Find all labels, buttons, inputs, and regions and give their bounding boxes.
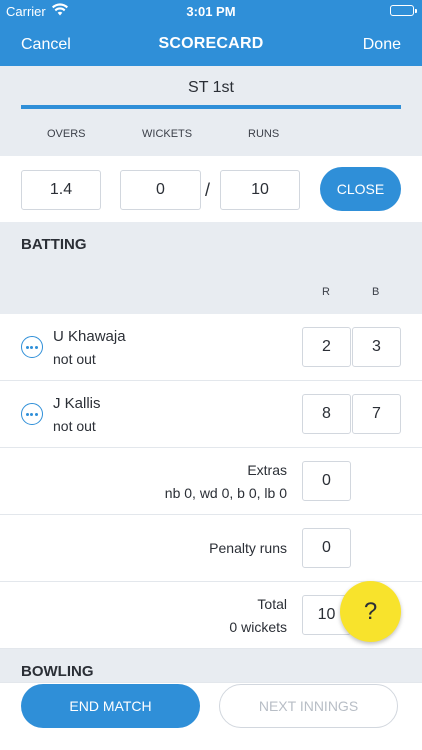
battery-icon [390, 5, 417, 16]
innings-tab[interactable]: ST 1st [0, 66, 422, 110]
batting-column-header: R B [0, 268, 422, 314]
bowling-header-label: BOWLING [21, 663, 94, 680]
penalty-runs-field[interactable]: 0 [302, 528, 351, 568]
total-wickets: 0 wickets [229, 619, 287, 635]
batter-status: not out [53, 418, 96, 434]
batter-runs-field[interactable]: 2 [302, 327, 351, 367]
batter-runs-field[interactable]: 8 [302, 394, 351, 434]
batter-balls-field[interactable]: 7 [352, 394, 401, 434]
clock: 3:01 PM [186, 4, 236, 19]
close-innings-button[interactable]: CLOSE [320, 167, 401, 211]
wickets-header: WICKETS [142, 128, 193, 140]
page-title: SCORECARD [158, 35, 264, 52]
overs-header: OVERS [47, 128, 86, 140]
status-bar: Carrier 3:01 PM [0, 0, 422, 22]
batter-balls-field[interactable]: 3 [352, 327, 401, 367]
runs-field[interactable]: 10 [220, 170, 300, 210]
score-summary-row: 1.4 0 / 10 CLOSE [0, 156, 422, 222]
batter-name: J Kallis [53, 395, 101, 412]
runs-column-header: R [322, 286, 330, 298]
end-match-button[interactable]: END MATCH [21, 684, 200, 728]
bottom-action-bar: END MATCH NEXT INNINGS [0, 682, 422, 750]
batting-header-label: BATTING [21, 236, 87, 253]
next-innings-button[interactable]: NEXT INNINGS [219, 684, 398, 728]
penalty-runs-row: Penalty runs 0 [0, 515, 422, 582]
tab-active-indicator [21, 105, 401, 109]
help-button[interactable]: ? [340, 581, 401, 642]
overs-field[interactable]: 1.4 [21, 170, 101, 210]
score-column-header: OVERS WICKETS RUNS [0, 112, 422, 156]
score-separator: / [205, 180, 211, 200]
more-options-icon[interactable] [21, 403, 43, 425]
navigation-bar: Cancel SCORECARD Done [0, 22, 422, 66]
extras-label: Extras [247, 462, 287, 478]
extras-row: Extras nb 0, wd 0, b 0, lb 0 0 [0, 448, 422, 515]
batter-status: not out [53, 351, 96, 367]
penalty-runs-label: Penalty runs [209, 540, 287, 556]
balls-column-header: B [372, 286, 380, 298]
extras-field[interactable]: 0 [302, 461, 351, 501]
batter-name: U Khawaja [53, 328, 126, 345]
runs-header: RUNS [248, 128, 280, 140]
extras-detail: nb 0, wd 0, b 0, lb 0 [164, 485, 287, 501]
more-options-icon[interactable] [21, 336, 43, 358]
wickets-field[interactable]: 0 [120, 170, 201, 210]
batter-row: J Kallis not out 8 7 [0, 381, 422, 448]
innings-tab-label: ST 1st [188, 79, 234, 96]
total-label: Total [257, 596, 287, 612]
batter-row: U Khawaja not out 2 3 [0, 314, 422, 381]
done-button[interactable]: Done [363, 36, 401, 54]
batting-section-header: BATTING [0, 222, 422, 266]
